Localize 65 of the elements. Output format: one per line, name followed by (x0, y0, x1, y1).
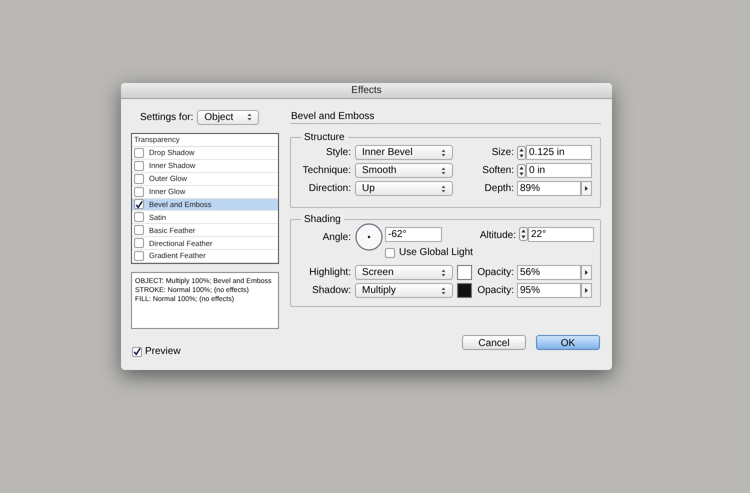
field-label: Opacity: (476, 284, 515, 298)
updown-arrows-icon (441, 148, 446, 156)
checkbox[interactable] (385, 248, 395, 258)
dropdown[interactable]: Inner Bevel (355, 145, 453, 160)
field-label: Depth: (484, 182, 515, 196)
group-title: Structure (303, 131, 346, 145)
angle-dial-icon[interactable] (355, 223, 383, 251)
slider-popup-button[interactable] (581, 283, 592, 298)
dropdown[interactable]: Screen (355, 265, 453, 280)
input-field[interactable]: 56% (517, 265, 581, 280)
input-field[interactable]: 89% (517, 181, 581, 196)
group-title: Shading (303, 213, 342, 227)
panel-title: Bevel and Emboss (290, 110, 376, 123)
triangle-right-icon (585, 288, 588, 293)
dropdown[interactable]: Smooth (355, 163, 453, 178)
field-label: Highlight: (308, 266, 352, 280)
field-label: Style: (324, 146, 352, 160)
settings-for-label: Settings for: (140, 110, 194, 124)
checkbox[interactable] (134, 186, 144, 197)
color-swatch[interactable] (457, 265, 472, 280)
triangle-right-icon (585, 186, 588, 191)
input-field[interactable]: -62° (385, 227, 442, 242)
input-field[interactable]: 0 in (526, 163, 592, 178)
checkbox[interactable] (134, 174, 144, 184)
input-field[interactable]: 95% (517, 283, 581, 298)
dropdown[interactable]: Up (355, 181, 453, 196)
field-label: Angle: (322, 231, 352, 245)
updown-arrows-icon (441, 166, 446, 174)
input-field[interactable]: 0.125 in (526, 145, 592, 160)
color-swatch[interactable] (457, 283, 472, 298)
checkbox[interactable] (134, 212, 144, 222)
checkbox[interactable] (134, 160, 144, 171)
updown-arrows-icon (247, 113, 252, 121)
stepper-arrows-icon[interactable] (519, 227, 528, 241)
checkmark-icon (135, 200, 143, 209)
field-label: Soften: (481, 164, 515, 178)
ok-button[interactable]: OK (536, 335, 600, 350)
dropdown[interactable]: Multiply (355, 283, 453, 298)
field-label: Technique: (302, 164, 352, 178)
updown-arrows-icon (441, 184, 446, 192)
checkbox[interactable] (134, 251, 144, 262)
preview-label: Preview (145, 345, 181, 359)
global-light-label: Use Global Light (399, 246, 473, 260)
field-label: Opacity: (476, 266, 515, 280)
triangle-right-icon (585, 270, 588, 275)
input-field[interactable]: 22° (528, 227, 594, 242)
field-label: Shadow: (311, 284, 352, 298)
slider-popup-button[interactable] (581, 265, 592, 280)
updown-arrows-icon (441, 286, 446, 294)
cancel-button[interactable]: Cancel (462, 335, 526, 350)
field-label: Size: (490, 146, 515, 160)
checkbox[interactable] (134, 148, 144, 158)
updown-arrows-icon (441, 268, 446, 276)
window-title: Effects (351, 84, 382, 98)
stepper-arrows-icon[interactable] (517, 146, 526, 160)
checkmark-icon (133, 347, 141, 356)
field-label: Direction: (308, 182, 352, 196)
slider-popup-button[interactable] (581, 181, 592, 196)
checkbox[interactable] (132, 346, 142, 356)
stepper-arrows-icon[interactable] (517, 164, 526, 178)
field-label: Altitude: (478, 229, 517, 243)
checkbox[interactable] (134, 199, 144, 210)
dropdown[interactable]: Object (197, 110, 260, 124)
checkbox[interactable] (134, 238, 144, 248)
checkbox[interactable] (134, 225, 144, 236)
